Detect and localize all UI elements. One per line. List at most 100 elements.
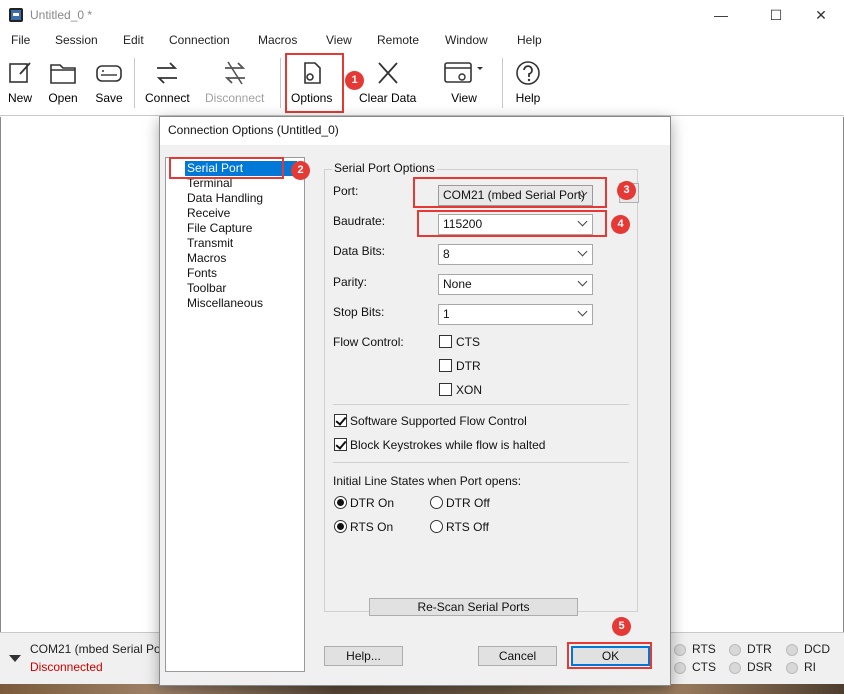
annotation-badge-3: 3 xyxy=(617,181,636,200)
connection-options-dialog: Connection Options (Untitled_0) Serial P… xyxy=(159,116,671,686)
parity-label: Parity: xyxy=(333,275,368,289)
save-button[interactable]: Save xyxy=(94,60,124,105)
dsr-label: DSR xyxy=(747,660,773,674)
rescan-ports-button[interactable]: Re-Scan Serial Ports xyxy=(369,598,578,616)
annotation-box-baudrate xyxy=(417,210,607,237)
dcd-led xyxy=(786,644,798,656)
ri-led xyxy=(786,662,798,674)
parity-select[interactable]: None xyxy=(438,274,593,295)
block-keystrokes-label: Block Keystrokes while flow is halted xyxy=(350,438,546,452)
category-list: Serial Port Terminal Data Handling Recei… xyxy=(165,157,305,672)
dtr-on-radio[interactable] xyxy=(334,496,347,509)
category-miscellaneous[interactable]: Miscellaneous xyxy=(185,296,265,311)
open-label: Open xyxy=(48,91,78,105)
rts-off-radio[interactable] xyxy=(430,520,443,533)
help-dialog-button[interactable]: Help... xyxy=(324,646,403,666)
new-button[interactable]: New xyxy=(7,60,33,105)
toolbar-separator xyxy=(280,58,281,108)
port-label: Port: xyxy=(333,184,359,198)
minimize-icon[interactable]: — xyxy=(706,4,736,26)
disconnect-button[interactable]: Disconnect xyxy=(205,60,264,105)
cts-checkbox[interactable] xyxy=(439,335,452,348)
maximize-icon[interactable]: ☐ xyxy=(761,4,791,26)
divider xyxy=(333,462,629,463)
chevron-down-icon xyxy=(577,276,588,287)
chevron-down-icon xyxy=(577,246,588,257)
category-file-capture[interactable]: File Capture xyxy=(185,221,254,236)
stopbits-select[interactable]: 1 xyxy=(438,304,593,325)
menu-edit[interactable]: Edit xyxy=(123,33,144,47)
new-icon xyxy=(9,62,31,83)
annotation-badge-2: 2 xyxy=(291,161,310,180)
databits-select[interactable]: 8 xyxy=(438,244,593,265)
menu-window[interactable]: Window xyxy=(445,33,488,47)
parity-value: None xyxy=(443,277,472,291)
menu-bar: File Session Edit Connection Macros View… xyxy=(0,30,844,52)
triangle-down-icon[interactable] xyxy=(9,655,21,662)
cts-led xyxy=(674,662,686,674)
clear-data-button[interactable]: Clear Data xyxy=(359,60,416,105)
drive-icon xyxy=(96,65,122,82)
category-receive[interactable]: Receive xyxy=(185,206,232,221)
menu-remote[interactable]: Remote xyxy=(377,33,419,47)
close-icon[interactable]: ✕ xyxy=(806,4,836,26)
databits-label: Data Bits: xyxy=(333,244,386,258)
baudrate-label: Baudrate: xyxy=(333,214,386,228)
category-fonts[interactable]: Fonts xyxy=(185,266,219,281)
dcd-label: DCD xyxy=(804,642,830,656)
xon-checkbox[interactable] xyxy=(439,383,452,396)
menu-connection[interactable]: Connection xyxy=(169,33,230,47)
rts-on-radio[interactable] xyxy=(334,520,347,533)
help-button[interactable]: Help xyxy=(514,60,542,105)
toolbar-separator xyxy=(134,58,135,108)
rts-label: RTS xyxy=(692,642,716,656)
menu-view[interactable]: View xyxy=(326,33,352,47)
rts-on-label: RTS On xyxy=(350,520,394,534)
disconnect-icon xyxy=(224,61,245,85)
view-icon xyxy=(444,62,483,83)
category-toolbar[interactable]: Toolbar xyxy=(185,281,228,296)
toolbar: New Open Save Connect Disconnect Options… xyxy=(0,52,844,116)
category-data-handling[interactable]: Data Handling xyxy=(185,191,265,206)
menu-help[interactable]: Help xyxy=(517,33,542,47)
cancel-button[interactable]: Cancel xyxy=(478,646,557,666)
connect-button[interactable]: Connect xyxy=(145,60,190,105)
stopbits-label: Stop Bits: xyxy=(333,305,385,319)
annotation-badge-1: 1 xyxy=(345,71,364,90)
app-icon xyxy=(9,8,23,22)
save-label: Save xyxy=(95,91,123,105)
dsr-led xyxy=(729,662,741,674)
annotation-box-options xyxy=(285,53,344,113)
dialog-title: Connection Options (Untitled_0) xyxy=(168,123,339,137)
divider xyxy=(333,404,629,405)
annotation-badge-5: 5 xyxy=(612,617,631,636)
connect-icon xyxy=(157,62,178,84)
category-transmit[interactable]: Transmit xyxy=(185,236,235,251)
open-button[interactable]: Open xyxy=(48,60,78,105)
ri-label: RI xyxy=(804,660,816,674)
clear-data-label: Clear Data xyxy=(359,91,417,105)
dtr-led xyxy=(729,644,741,656)
group-title: Serial Port Options xyxy=(332,161,437,175)
status-port: COM21 (mbed Serial Por xyxy=(30,642,165,656)
view-button[interactable]: View xyxy=(442,60,486,105)
annotation-box-ok xyxy=(567,642,652,669)
menu-macros[interactable]: Macros xyxy=(258,33,297,47)
dtr-off-label: DTR Off xyxy=(446,496,490,510)
category-macros[interactable]: Macros xyxy=(185,251,228,266)
software-flow-checkbox[interactable] xyxy=(334,414,347,427)
dtr-on-label: DTR On xyxy=(350,496,395,510)
annotation-box-serial-port xyxy=(169,157,284,179)
block-keystrokes-checkbox[interactable] xyxy=(334,438,347,451)
rts-led xyxy=(674,644,686,656)
cts-label: CTS xyxy=(692,660,716,674)
help-icon xyxy=(516,61,540,85)
help-label: Help xyxy=(515,91,541,105)
dtr-checkbox[interactable] xyxy=(439,359,452,372)
menu-file[interactable]: File xyxy=(11,33,30,47)
menu-session[interactable]: Session xyxy=(55,33,98,47)
status-connection: Disconnected xyxy=(30,660,103,674)
flow-control-label: Flow Control: xyxy=(333,335,404,349)
cts-checkbox-label: CTS xyxy=(456,335,480,349)
dtr-off-radio[interactable] xyxy=(430,496,443,509)
